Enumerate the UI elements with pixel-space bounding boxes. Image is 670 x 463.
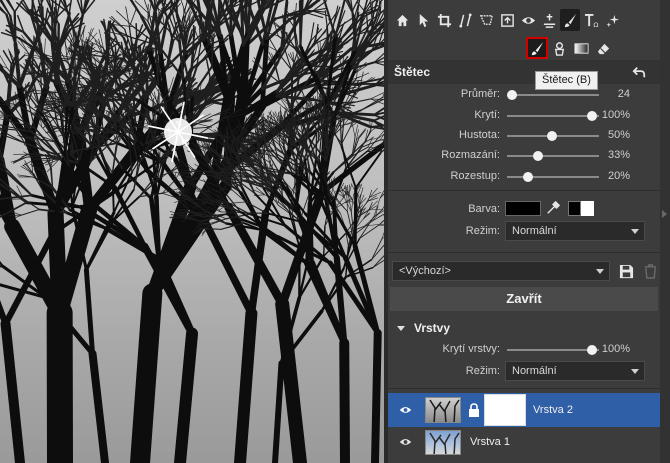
save-icon[interactable] xyxy=(619,264,634,282)
mode-value: Normální xyxy=(512,225,557,237)
slider-track[interactable] xyxy=(507,176,599,178)
eye-icon[interactable] xyxy=(518,9,538,31)
slider-track[interactable] xyxy=(507,155,599,157)
slider-thumb[interactable] xyxy=(547,131,557,141)
layer-mask-thumbnail[interactable] xyxy=(484,394,526,426)
brush-icon[interactable] xyxy=(526,37,548,59)
pointer-icon[interactable] xyxy=(413,9,433,31)
layer-opacity-row: Krytí vrstvy: 100% xyxy=(388,340,660,360)
slider-label: Hustota: xyxy=(459,129,500,141)
black-white-swatch[interactable] xyxy=(568,201,594,216)
brush-icon[interactable] xyxy=(560,9,580,31)
transform-icon[interactable] xyxy=(455,9,475,31)
layer-opacity-value: 100% xyxy=(601,343,630,355)
eyedropper-icon[interactable] xyxy=(546,200,561,218)
layer-mode-value: Normální xyxy=(512,365,557,377)
frame-icon[interactable] xyxy=(497,9,517,31)
mode-label: Režim: xyxy=(465,225,500,237)
divider xyxy=(388,252,660,253)
slider-thumb[interactable] xyxy=(507,90,517,100)
home-icon[interactable] xyxy=(392,9,412,31)
layer-opacity-track[interactable] xyxy=(507,349,599,351)
photo-canvas[interactable] xyxy=(0,0,384,463)
slider-value: 24 xyxy=(617,88,630,100)
eye-icon[interactable] xyxy=(399,436,412,451)
eye-icon[interactable] xyxy=(399,404,412,419)
brush-slider-row: Hustota: 50% xyxy=(388,126,660,146)
slider-thumb[interactable] xyxy=(523,172,533,182)
crop-icon[interactable] xyxy=(434,9,454,31)
chevron-down-icon xyxy=(596,269,604,274)
brush-slider-row: Průměr: 24 xyxy=(388,85,660,105)
eraser-icon[interactable] xyxy=(592,37,614,59)
slider-thumb[interactable] xyxy=(533,151,544,161)
slider-track[interactable] xyxy=(507,115,599,117)
slider-label: Krytí: xyxy=(474,109,500,121)
layer-row[interactable]: Vrstva 1 xyxy=(388,427,660,457)
layer-mode-row: Režim: Normální xyxy=(388,360,660,382)
layer-mode-label: Režim: xyxy=(465,365,500,377)
divider xyxy=(388,388,660,389)
slider-value: 33% xyxy=(607,149,630,161)
layers-section-title: Vrstvy xyxy=(414,321,451,335)
layer-row[interactable]: Vrstva 2 xyxy=(388,393,660,427)
preset-select[interactable]: <Výchozí> xyxy=(392,261,610,281)
layers-section-header[interactable]: Vrstvy xyxy=(388,316,660,340)
slider-value: 100% xyxy=(601,109,630,121)
brush-tooltip: Štětec (B) xyxy=(535,71,598,90)
close-button[interactable]: Zavřít xyxy=(390,287,658,311)
slider-thumb[interactable] xyxy=(587,111,597,121)
layer-opacity-label: Krytí vrstvy: xyxy=(442,343,500,355)
chevron-down-icon xyxy=(631,229,639,234)
stamp-icon[interactable] xyxy=(548,37,570,59)
chevron-down-icon xyxy=(631,369,639,374)
mode-select[interactable]: Normální xyxy=(505,221,645,241)
preset-value: <Výchozí> xyxy=(399,265,451,277)
color-swatch[interactable] xyxy=(505,201,541,216)
mode-row: Režim: Normální xyxy=(388,220,660,242)
brush-section-title: Štětec xyxy=(394,65,431,79)
color-row: Barva: xyxy=(388,198,660,220)
brush-subtools xyxy=(526,36,614,60)
lock-icon[interactable] xyxy=(468,403,480,420)
layer-opacity-thumb[interactable] xyxy=(587,345,597,355)
brush-slider-row: Rozmazání: 33% xyxy=(388,146,660,166)
layer-thumbnail xyxy=(425,430,461,455)
slider-label: Rozmazání: xyxy=(441,149,500,161)
panel-collapse-strip[interactable] xyxy=(660,0,670,463)
reset-icon[interactable] xyxy=(632,65,646,82)
slider-label: Rozestup: xyxy=(450,170,500,182)
winter-trees-photo xyxy=(0,0,384,463)
color-label: Barva: xyxy=(468,203,500,215)
effects-icon[interactable] xyxy=(602,9,622,31)
layer-thumbnail xyxy=(425,397,461,423)
exposure-icon[interactable] xyxy=(539,9,559,31)
brush-section-header[interactable]: Štětec xyxy=(388,60,660,84)
slider-label: Průměr: xyxy=(460,88,500,100)
brush-slider-row: Krytí: 100% xyxy=(388,106,660,126)
trash-icon[interactable] xyxy=(644,264,657,282)
layer-name: Vrstva 1 xyxy=(470,436,510,448)
chevron-right-icon xyxy=(662,210,667,218)
svg-text:Ω: Ω xyxy=(593,21,598,28)
chevron-down-icon xyxy=(397,325,405,331)
layer-mode-select[interactable]: Normální xyxy=(505,361,645,381)
slider-track[interactable] xyxy=(507,94,599,96)
slider-value: 20% xyxy=(607,170,630,182)
gradient-icon[interactable] xyxy=(570,37,592,59)
tool-bar: Ω xyxy=(388,8,660,32)
slider-value: 50% xyxy=(607,129,630,141)
divider xyxy=(388,190,660,191)
select-icon[interactable] xyxy=(476,9,496,31)
text-icon[interactable]: Ω xyxy=(581,9,601,31)
tool-panel: Ω Štětec (B) Štětec Průměr: 24 Krytí: 100% H… xyxy=(388,0,660,463)
brush-slider-row: Rozestup: 20% xyxy=(388,167,660,187)
layer-name: Vrstva 2 xyxy=(533,404,573,416)
